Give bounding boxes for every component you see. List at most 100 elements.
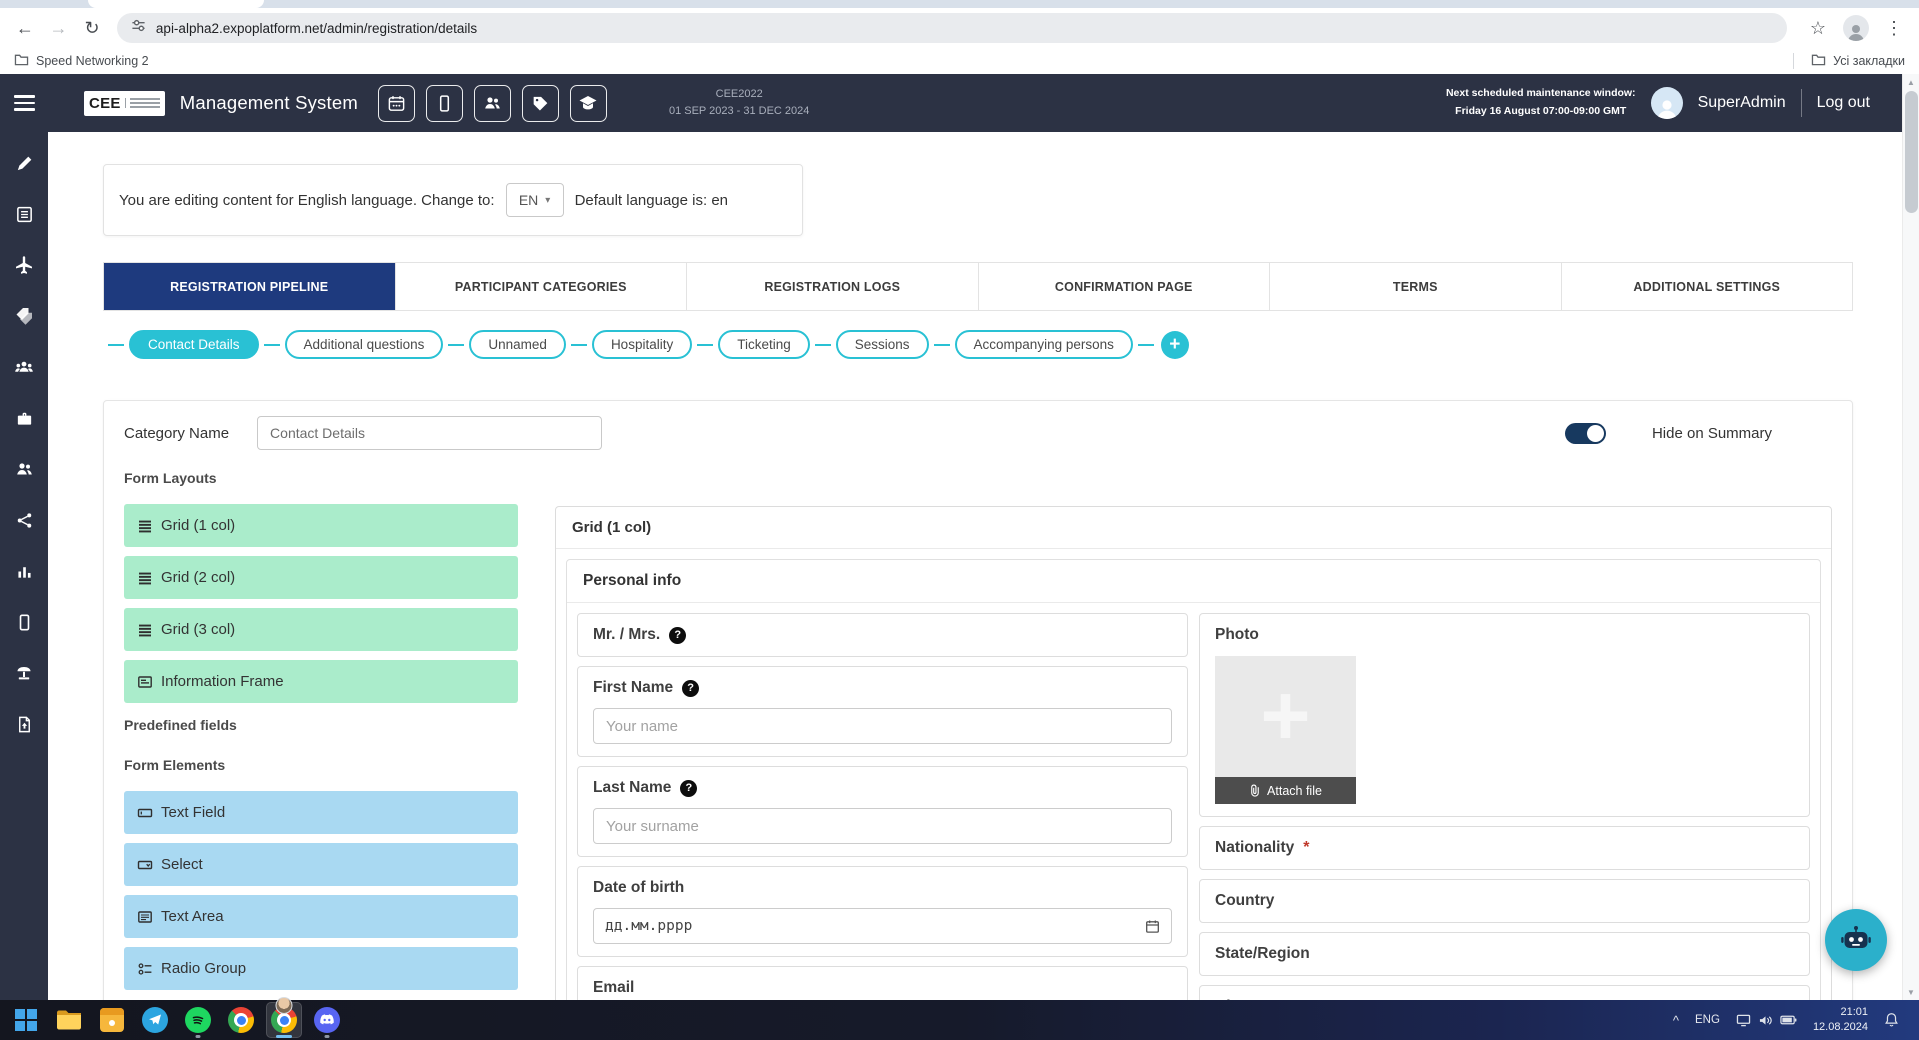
help-icon[interactable]: ? <box>680 780 697 797</box>
date-of-birth-input[interactable]: дд.мм.рррр <box>593 908 1172 944</box>
list-icon[interactable] <box>14 204 34 224</box>
step-ticketing[interactable]: Ticketing <box>718 330 810 359</box>
forward-icon[interactable]: → <box>44 13 74 43</box>
briefcase-icon[interactable] <box>14 408 34 428</box>
address-bar[interactable]: api-alpha2.expoplatform.net/admin/regist… <box>117 13 1787 43</box>
booth-icon[interactable] <box>14 663 34 683</box>
discord-button[interactable] <box>309 1002 345 1038</box>
chatbot-button[interactable] <box>1825 909 1887 971</box>
cee-logo[interactable]: CEE <box>84 91 165 116</box>
smartphone-icon[interactable] <box>14 612 34 632</box>
hide-on-summary-toggle[interactable] <box>1565 423 1606 444</box>
back-icon[interactable]: ← <box>10 13 40 43</box>
tag-icon[interactable] <box>522 85 559 122</box>
field-city[interactable]: City <box>1199 985 1810 1000</box>
step-sessions[interactable]: Sessions <box>836 330 929 359</box>
field-last-name[interactable]: Last Name ? <box>577 766 1188 857</box>
chrome-active-button[interactable] <box>266 1002 302 1038</box>
active-browser-tab[interactable] <box>88 0 264 8</box>
taskbar-clock[interactable]: 21:01 12.08.2024 <box>1813 1005 1868 1036</box>
photo-placeholder[interactable]: + <box>1215 656 1356 777</box>
hamburger-menu-icon[interactable] <box>14 95 35 111</box>
element-radio-group-button[interactable]: Radio Group <box>124 947 518 990</box>
people-icon[interactable] <box>474 85 511 122</box>
notifications-bell-icon[interactable] <box>1884 1012 1899 1028</box>
tab-additional-settings[interactable]: ADDITIONAL SETTINGS <box>1562 263 1853 310</box>
browser-menu-icon[interactable]: ⋮ <box>1879 13 1909 43</box>
bar-chart-icon[interactable] <box>14 561 34 581</box>
field-mr-mrs[interactable]: Mr. / Mrs. ? <box>577 613 1188 657</box>
layout-information-frame-button[interactable]: Information Frame <box>124 660 518 703</box>
username[interactable]: SuperAdmin <box>1698 94 1786 112</box>
personal-info-section: Personal info Mr. / Mrs. ? <box>566 559 1821 1000</box>
notes-app-button[interactable] <box>94 1002 130 1038</box>
logout-button[interactable]: Log out <box>1817 94 1870 112</box>
language-select[interactable]: EN ▾ <box>506 183 564 217</box>
tab-confirmation-page[interactable]: CONFIRMATION PAGE <box>979 263 1271 310</box>
field-nationality[interactable]: Nationality * <box>1199 826 1810 870</box>
first-name-input[interactable] <box>593 708 1172 744</box>
all-bookmarks[interactable]: Усі закладки <box>1833 54 1905 68</box>
layout-grid-2col-button[interactable]: Grid (2 col) <box>124 556 518 599</box>
scroll-down-icon[interactable]: ▼ <box>1903 984 1919 1000</box>
step-accompanying-persons[interactable]: Accompanying persons <box>955 330 1133 359</box>
scroll-up-icon[interactable]: ▲ <box>1903 74 1919 90</box>
smartphone-icon[interactable] <box>426 85 463 122</box>
tab-registration-pipeline[interactable]: REGISTRATION PIPELINE <box>104 263 396 310</box>
share-icon[interactable] <box>14 510 34 530</box>
app-title: Management System <box>180 92 358 114</box>
start-button[interactable] <box>8 1002 44 1038</box>
layout-grid-3col-button[interactable]: Grid (3 col) <box>124 608 518 651</box>
users-icon[interactable] <box>14 459 34 479</box>
category-name-input[interactable] <box>257 416 602 450</box>
pencil-icon[interactable] <box>14 153 34 173</box>
element-text-field-button[interactable]: Text Field <box>124 791 518 834</box>
element-text-area-button[interactable]: Text Area <box>124 895 518 938</box>
calendar-icon[interactable] <box>378 85 415 122</box>
field-date-of-birth[interactable]: Date of birth дд.мм.рррр <box>577 866 1188 957</box>
tab-terms[interactable]: TERMS <box>1270 263 1562 310</box>
layout-grid-1col-button[interactable]: Grid (1 col) <box>124 504 518 547</box>
tray-expand-icon[interactable]: ^ <box>1673 1013 1679 1028</box>
tune-icon[interactable] <box>131 18 146 38</box>
file-upload-icon[interactable] <box>14 714 34 734</box>
graduation-cap-icon[interactable] <box>570 85 607 122</box>
step-additional-questions[interactable]: Additional questions <box>285 330 444 359</box>
field-photo[interactable]: Photo + Attach file <box>1199 613 1810 817</box>
keyboard-language[interactable]: ENG <box>1695 1014 1720 1026</box>
bookmark-star-icon[interactable]: ☆ <box>1803 13 1833 43</box>
step-hospitality[interactable]: Hospitality <box>592 330 692 359</box>
tab-registration-logs[interactable]: REGISTRATION LOGS <box>687 263 979 310</box>
browser-profile-avatar[interactable] <box>1843 15 1869 41</box>
scrollbar-thumb[interactable] <box>1905 91 1918 213</box>
file-explorer-button[interactable] <box>51 1002 87 1038</box>
url-text[interactable]: api-alpha2.expoplatform.net/admin/regist… <box>156 21 477 36</box>
field-first-name[interactable]: First Name ? <box>577 666 1188 757</box>
add-step-button[interactable]: + <box>1161 331 1189 359</box>
bookmark-folder[interactable]: Speed Networking 2 <box>36 54 149 68</box>
photo-uploader[interactable]: + Attach file <box>1215 656 1356 804</box>
attach-file-button[interactable]: Attach file <box>1215 777 1356 804</box>
help-icon[interactable]: ? <box>669 627 686 644</box>
tray-status-icons[interactable] <box>1736 1014 1797 1027</box>
chrome-button[interactable] <box>223 1002 259 1038</box>
page-scrollbar[interactable]: ▲ ▼ <box>1902 74 1919 1000</box>
people-group-icon[interactable] <box>14 357 34 377</box>
refresh-icon[interactable]: ↻ <box>77 13 107 43</box>
help-icon[interactable]: ? <box>682 680 699 697</box>
field-country[interactable]: Country <box>1199 879 1810 923</box>
tab-participant-categories[interactable]: PARTICIPANT CATEGORIES <box>396 263 688 310</box>
step-unnamed[interactable]: Unnamed <box>469 330 566 359</box>
step-contact-details[interactable]: Contact Details <box>129 330 259 359</box>
field-state-region[interactable]: State/Region <box>1199 932 1810 976</box>
tags-icon[interactable] <box>14 306 34 326</box>
element-select-button[interactable]: Select <box>124 843 518 886</box>
last-name-input[interactable] <box>593 808 1172 844</box>
user-avatar[interactable] <box>1651 87 1683 119</box>
telegram-button[interactable] <box>137 1002 173 1038</box>
spotify-button[interactable] <box>180 1002 216 1038</box>
info-frame-icon <box>137 674 153 690</box>
field-email[interactable]: Email <box>577 966 1188 1000</box>
calendar-icon[interactable] <box>1145 919 1160 934</box>
airplane-icon[interactable] <box>14 255 34 275</box>
